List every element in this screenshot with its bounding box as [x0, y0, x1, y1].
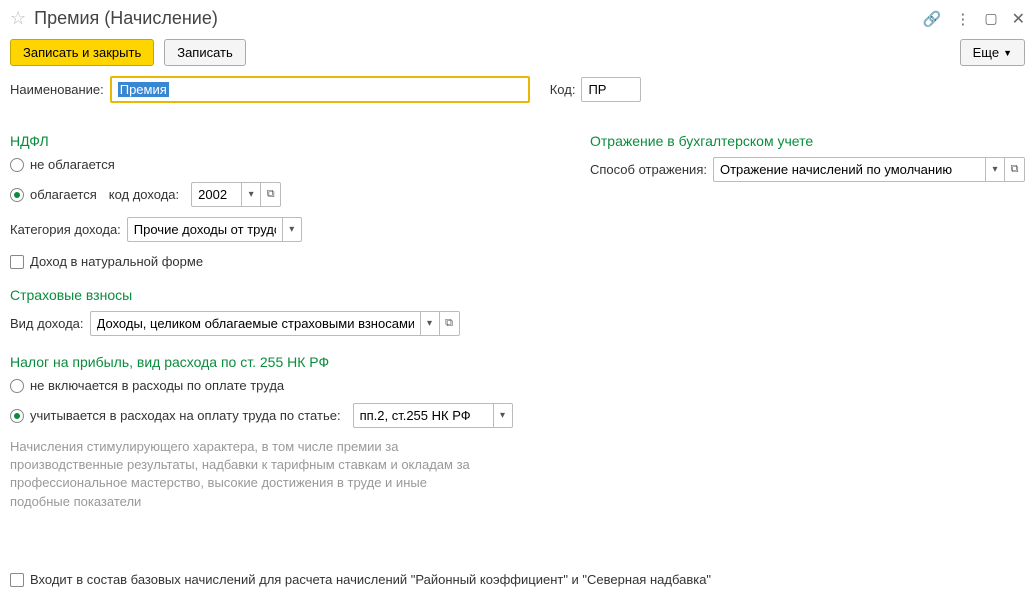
ndfl-taxed-radio[interactable]	[10, 188, 24, 202]
income-code-label: код дохода:	[109, 187, 179, 202]
method-input[interactable]	[713, 157, 985, 182]
name-value: Премия	[118, 82, 169, 97]
menu-dots-icon[interactable]: ⋮	[955, 10, 970, 28]
accounting-section-title: Отражение в бухгалтерском учете	[590, 133, 1025, 149]
ndfl-section-title: НДФЛ	[10, 133, 550, 149]
name-label: Наименование:	[10, 82, 104, 97]
category-input[interactable]	[127, 217, 282, 242]
article-input[interactable]	[353, 403, 493, 428]
save-button[interactable]: Записать	[164, 39, 246, 66]
open-icon: ⧉	[445, 317, 453, 330]
income-type-label: Вид дохода:	[10, 316, 84, 331]
base-accruals-checkbox[interactable]	[10, 573, 24, 587]
income-type-dropdown-button[interactable]: ▾	[420, 311, 440, 336]
save-close-button[interactable]: Записать и закрыть	[10, 39, 154, 66]
included-label: учитывается в расходах на оплату труда п…	[30, 408, 341, 423]
profit-tax-section-title: Налог на прибыль, вид расхода по ст. 255…	[10, 354, 550, 370]
link-icon[interactable]: 🔗	[923, 10, 942, 28]
name-input[interactable]: Премия	[110, 76, 530, 103]
close-icon[interactable]: ✕	[1012, 9, 1025, 29]
not-included-radio[interactable]	[10, 379, 24, 393]
ndfl-not-taxed-radio[interactable]	[10, 158, 24, 172]
chevron-down-icon: ▼	[1003, 48, 1012, 58]
method-dropdown-button[interactable]: ▾	[985, 157, 1005, 182]
natural-income-checkbox[interactable]	[10, 255, 24, 269]
article-dropdown-button[interactable]: ▾	[493, 403, 513, 428]
income-code-open-button[interactable]: ⧉	[261, 182, 281, 207]
code-input[interactable]	[581, 77, 641, 102]
method-label: Способ отражения:	[590, 162, 707, 177]
income-type-input[interactable]	[90, 311, 420, 336]
window-title: Премия (Начисление)	[34, 8, 923, 29]
method-open-button[interactable]: ⧉	[1005, 157, 1025, 182]
not-included-label: не включается в расходы по оплате труда	[30, 378, 284, 393]
income-type-open-button[interactable]: ⧉	[440, 311, 460, 336]
favorite-star-icon[interactable]: ☆	[10, 8, 26, 29]
open-icon: ⧉	[267, 188, 275, 201]
income-code-dropdown-button[interactable]: ▾	[241, 182, 261, 207]
natural-income-label: Доход в натуральной форме	[30, 254, 203, 269]
maximize-icon[interactable]: ▢	[984, 10, 997, 27]
profit-tax-description: Начисления стимулирующего характера, в т…	[10, 438, 480, 511]
insurance-section-title: Страховые взносы	[10, 287, 550, 303]
open-icon: ⧉	[1011, 163, 1019, 176]
ndfl-not-taxed-label: не облагается	[30, 157, 115, 172]
more-button[interactable]: Еще ▼	[960, 39, 1025, 66]
base-accruals-label: Входит в состав базовых начислений для р…	[30, 572, 711, 587]
category-label: Категория дохода:	[10, 222, 121, 237]
code-label: Код:	[550, 82, 576, 97]
ndfl-taxed-label: облагается	[30, 187, 97, 202]
income-code-input[interactable]	[191, 182, 241, 207]
category-dropdown-button[interactable]: ▾	[282, 217, 302, 242]
included-radio[interactable]	[10, 409, 24, 423]
more-label: Еще	[973, 45, 999, 60]
